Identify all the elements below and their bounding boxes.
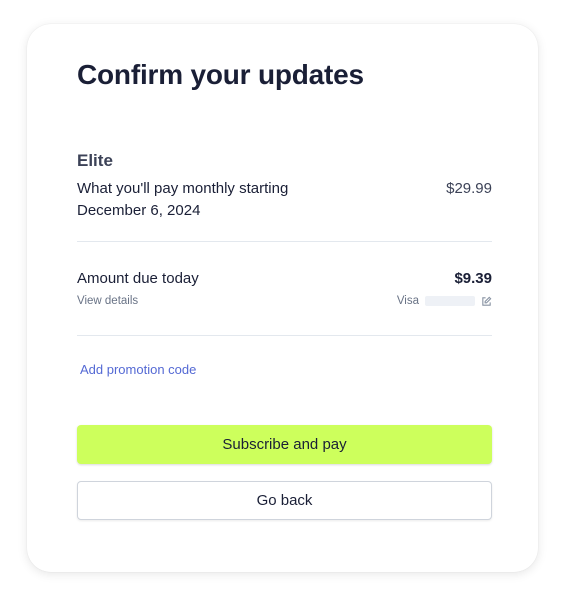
edit-icon[interactable] bbox=[481, 296, 492, 307]
amount-due-value: $9.39 bbox=[454, 270, 492, 287]
plan-price: $29.99 bbox=[446, 180, 492, 197]
details-row: View details Visa bbox=[77, 295, 492, 307]
plan-description: What you'll pay monthly starting Decembe… bbox=[77, 178, 288, 222]
amount-due-row: Amount due today $9.39 bbox=[77, 268, 492, 290]
plan-name: Elite bbox=[77, 151, 113, 170]
divider bbox=[77, 241, 492, 242]
plan-description-line1: What you'll pay monthly starting bbox=[77, 180, 289, 197]
payment-method: Visa bbox=[397, 295, 492, 307]
add-promotion-code-link[interactable]: Add promotion code bbox=[80, 362, 196, 377]
plan-description-line2: December 6, 2024 bbox=[77, 202, 201, 219]
plan-row: What you'll pay monthly starting Decembe… bbox=[77, 178, 492, 222]
divider bbox=[77, 335, 492, 336]
go-back-button[interactable]: Go back bbox=[77, 481, 492, 520]
amount-due-label: Amount due today bbox=[77, 270, 199, 287]
subscribe-and-pay-button[interactable]: Subscribe and pay bbox=[77, 425, 492, 464]
card-brand: Visa bbox=[396, 295, 419, 307]
masked-card-number bbox=[425, 296, 475, 306]
confirm-card: Confirm your updates Elite What you'll p… bbox=[27, 24, 538, 572]
view-details-link[interactable]: View details bbox=[77, 295, 138, 307]
page-title: Confirm your updates bbox=[77, 59, 364, 90]
